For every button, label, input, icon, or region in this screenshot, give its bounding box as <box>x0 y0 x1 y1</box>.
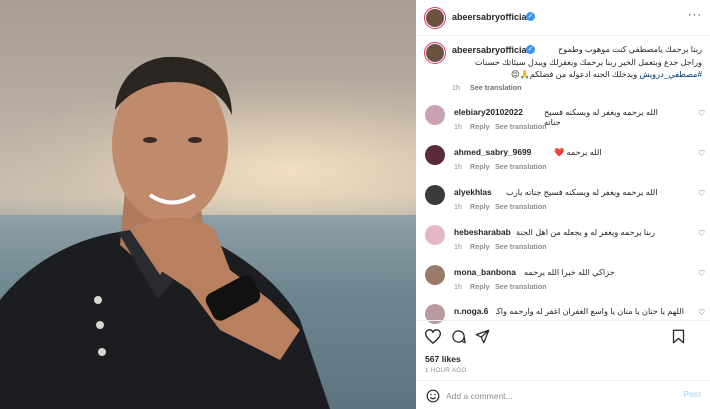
heart-icon[interactable]: ♡ <box>698 308 705 317</box>
share-icon[interactable] <box>475 329 490 344</box>
comment-username[interactable]: elebiary20102022 <box>454 107 523 117</box>
save-icon[interactable] <box>672 329 685 344</box>
avatar[interactable] <box>425 265 445 285</box>
caption-time: 1h <box>452 83 460 92</box>
comment-username[interactable]: hebesharabab <box>454 227 511 237</box>
comment-time: 1h <box>454 162 462 171</box>
avatar[interactable] <box>425 145 445 165</box>
avatar[interactable] <box>425 185 445 205</box>
heart-icon[interactable]: ♡ <box>698 229 705 238</box>
comment-username[interactable]: ahmed_sabry_9699 <box>454 147 531 157</box>
post-comment-button[interactable]: Post <box>684 390 701 399</box>
avatar[interactable] <box>425 105 445 125</box>
caption-hashtag[interactable]: #مصطفي_درويش <box>639 70 702 79</box>
comment-text: اللهم يا حنان يا منان يا واسع الغفران اغ… <box>496 307 684 316</box>
reply-link[interactable]: Reply <box>470 282 490 291</box>
reply-link[interactable]: Reply <box>470 202 490 211</box>
reply-link[interactable]: Reply <box>470 242 490 251</box>
author-username[interactable]: abeersabryofficial <box>452 12 529 22</box>
caption-text: ربنا يرحمك يامصطفي كنت موهوب وطموح وراجل… <box>452 44 702 82</box>
comment-text: جزاكي الله خيرا الله يرحمه <box>524 268 615 277</box>
comment-time: 1h <box>454 202 462 211</box>
caption-line-3: ويدخلك الجنه ادعوله من فضلكم🙏😔 <box>510 70 638 79</box>
see-translation-link[interactable]: See translation <box>495 282 547 291</box>
comment-text: الله يرحمه ويغفر له ويسكنه فسيح جناته <box>544 108 658 127</box>
comment-text: الله يرحمه ويغفر له ويسكنه فسيح جناته يا… <box>506 188 658 197</box>
reply-link[interactable]: Reply <box>470 122 490 131</box>
see-translation-link[interactable]: See translation <box>495 122 547 131</box>
post-photo[interactable] <box>0 0 416 409</box>
heart-icon[interactable]: ♡ <box>698 189 705 198</box>
post-timestamp: 1 HOUR AGO <box>425 367 467 374</box>
heart-icon[interactable]: ♡ <box>698 149 705 158</box>
comment-time: 1h <box>454 282 462 291</box>
likes-count[interactable]: 567 likes <box>425 354 461 364</box>
comment-username[interactable]: mona_banbona <box>454 267 516 277</box>
comment-time: 1h <box>454 122 462 131</box>
photo-man <box>0 56 330 409</box>
post-header: abeersabryofficial ✓ ··· <box>416 0 710 36</box>
more-options-icon[interactable]: ··· <box>688 9 702 21</box>
see-translation-link[interactable]: See translation <box>495 202 547 211</box>
comment-username[interactable]: alyekhlas <box>454 187 492 197</box>
avatar[interactable] <box>425 225 445 245</box>
caption-line-2: وراجل جدع وبتعمل الخير ربنا يرحمك ويغفرل… <box>474 57 702 67</box>
verified-badge-icon: ✓ <box>526 12 535 21</box>
comment-text: ربنا يرحمه ويغفر له و يجعله من اهل الجنة <box>516 228 655 237</box>
see-translation-link[interactable]: See translation <box>495 162 547 171</box>
comment-username[interactable]: n.noga.6 <box>454 306 488 316</box>
caption-line-3-wrap: #مصطفي_درويش ويدخلك الجنه ادعوله من فضلك… <box>452 69 702 82</box>
caption-line-1: ربنا يرحمك يامصطفي كنت موهوب وطموح <box>557 45 702 54</box>
comment-input[interactable] <box>446 389 666 403</box>
see-translation-link[interactable]: See translation <box>495 242 547 251</box>
emoji-icon[interactable] <box>426 389 440 403</box>
instagram-post-modal: abeersabryofficial ✓ ··· abeersabryoffic… <box>0 0 710 409</box>
caption-see-translation[interactable]: See translation <box>470 83 522 92</box>
comment-icon[interactable] <box>451 329 466 344</box>
heart-icon[interactable]: ♡ <box>698 109 705 118</box>
comment-time: 1h <box>454 242 462 251</box>
add-comment-bar: Post <box>416 380 710 409</box>
post-details-panel: abeersabryofficial ✓ ··· abeersabryoffic… <box>416 0 710 409</box>
comment-text: الله يرحمه ❤️ <box>554 148 602 157</box>
reply-link[interactable]: Reply <box>470 162 490 171</box>
author-avatar[interactable] <box>424 7 446 29</box>
caption-author-avatar[interactable] <box>424 42 446 64</box>
heart-icon[interactable] <box>425 329 441 344</box>
heart-icon[interactable]: ♡ <box>698 269 705 278</box>
